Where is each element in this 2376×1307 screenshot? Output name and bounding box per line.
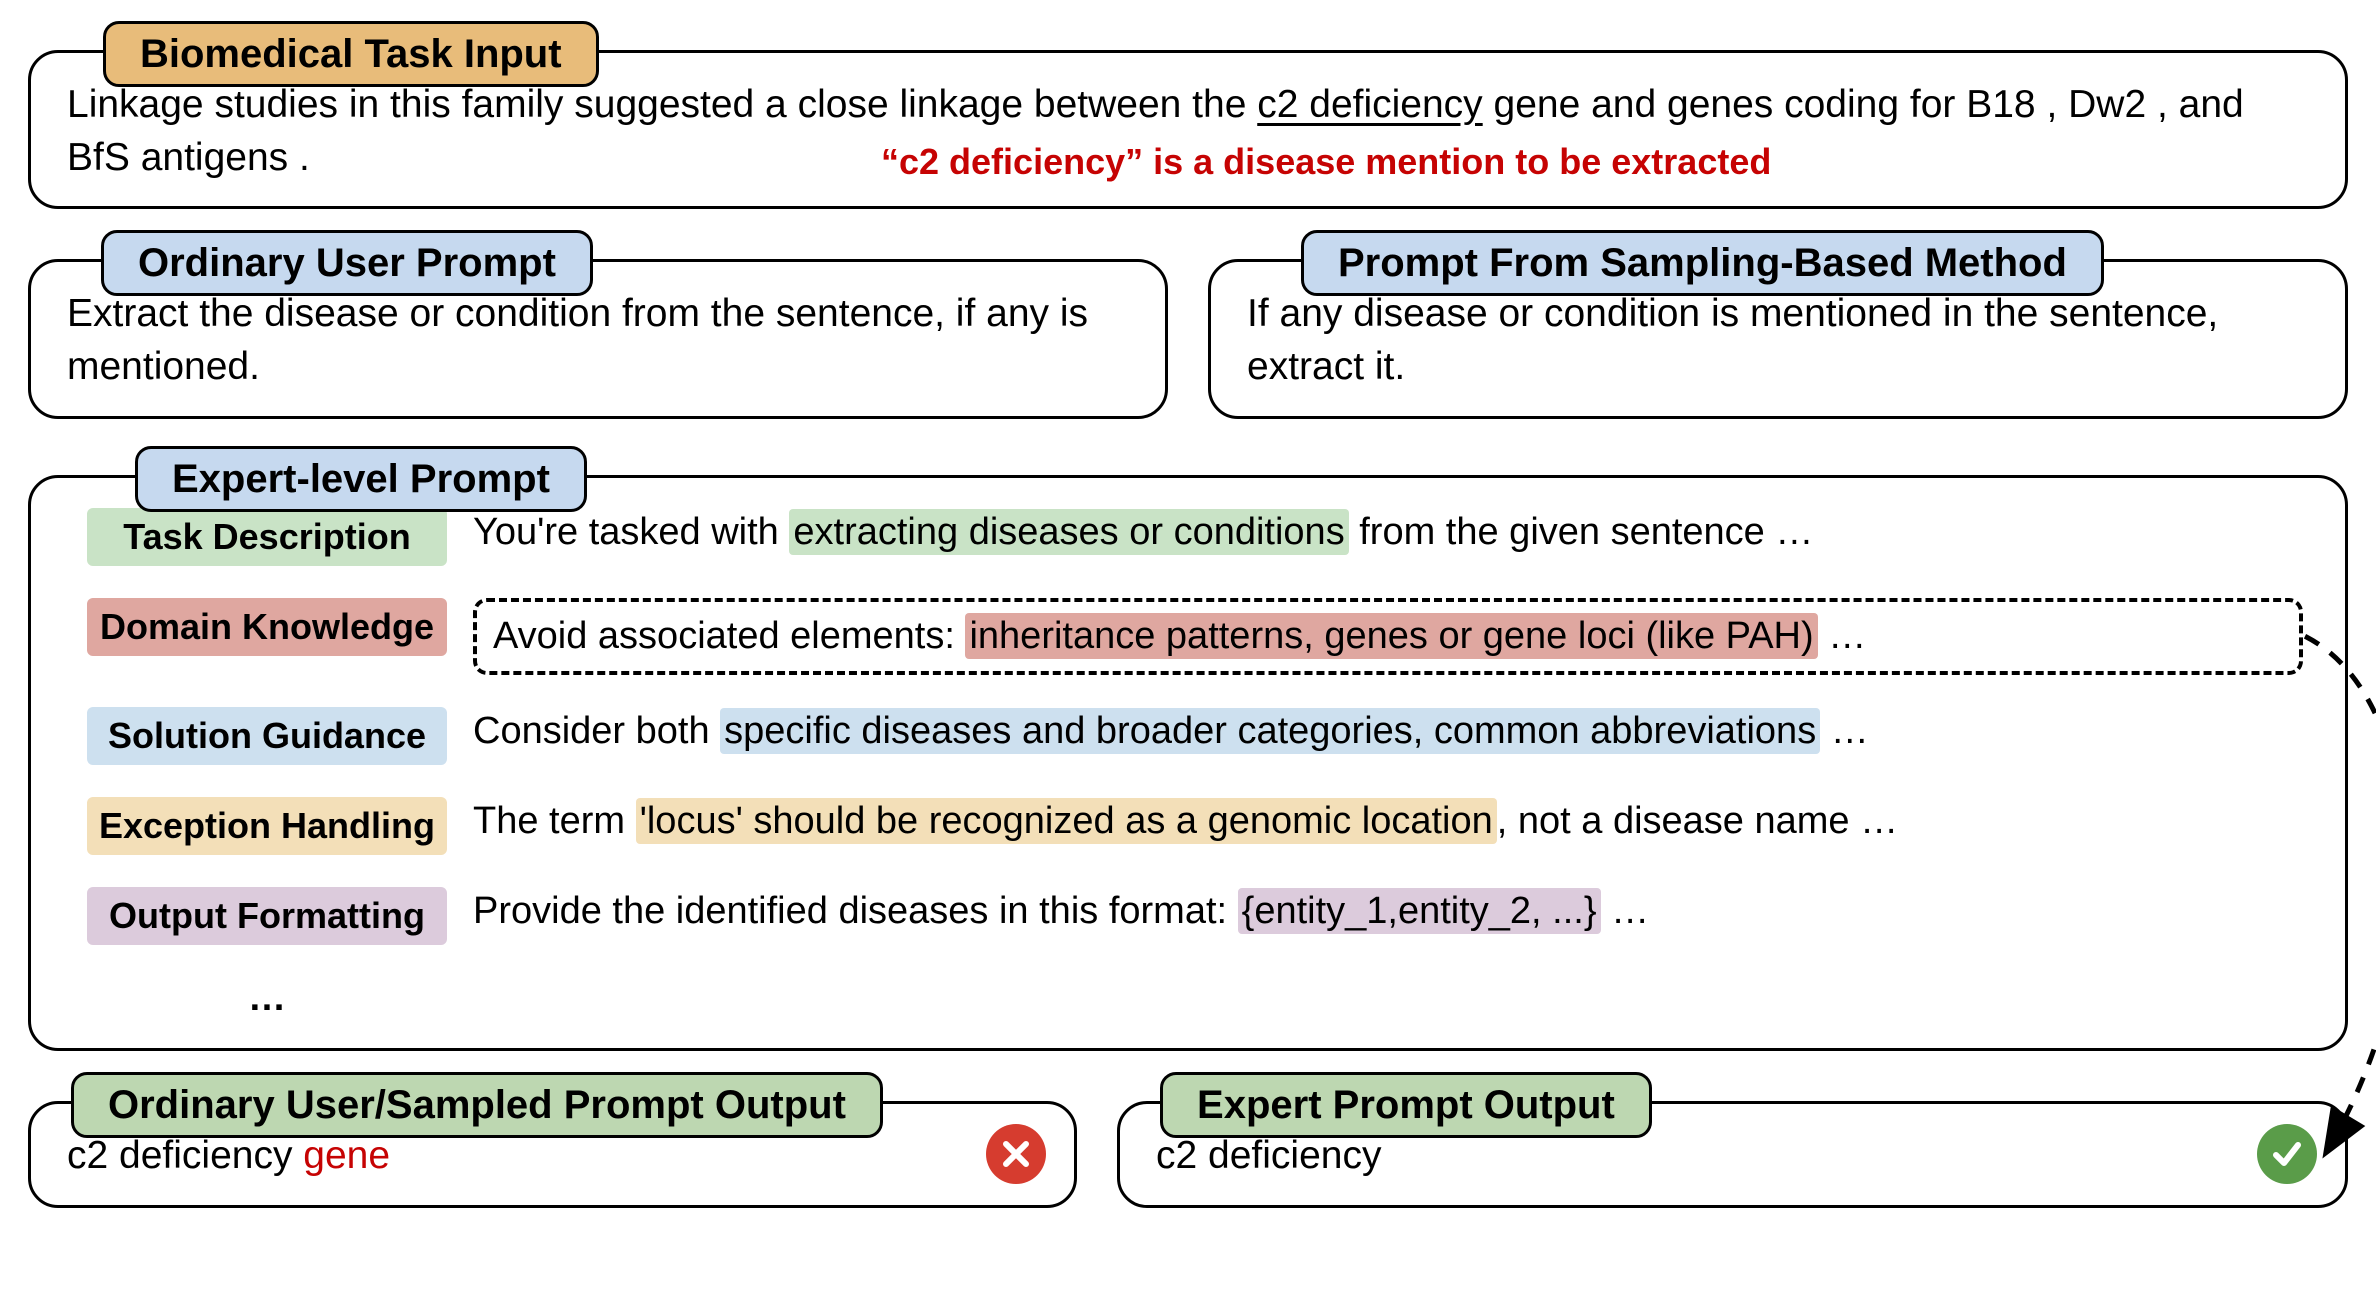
sampled-prompt-panel: Prompt From Sampling-Based Method If any… — [1208, 259, 2348, 418]
desc-domain-knowledge: Avoid associated elements: inheritance p… — [473, 598, 2303, 675]
chip-exception-handling: Exception Handling — [87, 797, 447, 855]
desc-domain-pre: Avoid associated elements: — [493, 615, 965, 657]
input-underlined: c2 deficiency — [1257, 83, 1482, 126]
expert-output-title: Expert Prompt Output — [1197, 1083, 1615, 1127]
desc-task-post: from the given sentence … — [1349, 511, 1814, 553]
desc-output-hl: {entity_1,entity_2, ...} — [1238, 888, 1601, 934]
expert-grid: Task Description You're tasked with extr… — [67, 504, 2309, 1020]
desc-exception-handling: The term 'locus' should be recognized as… — [473, 797, 2303, 846]
ordinary-title-tab: Ordinary User Prompt — [101, 230, 593, 296]
expert-title-tab: Expert-level Prompt — [135, 446, 587, 512]
ordinary-text: Extract the disease or condition from th… — [67, 288, 1129, 393]
input-title: Biomedical Task Input — [140, 32, 562, 76]
expert-prompt-panel: Expert-level Prompt Task Description You… — [28, 475, 2348, 1051]
desc-output-post: … — [1601, 890, 1650, 932]
desc-task-hl: extracting diseases or conditions — [789, 509, 1348, 555]
chip-task-description: Task Description — [87, 508, 447, 566]
prompt-row: Ordinary User Prompt Extract the disease… — [28, 259, 2348, 418]
input-annotation-note: “c2 deficiency” is a disease mention to … — [881, 141, 1771, 183]
desc-output-pre: Provide the identified diseases in this … — [473, 890, 1238, 932]
desc-task-pre: You're tasked with — [473, 511, 789, 553]
ordinary-output-red: gene — [303, 1134, 390, 1177]
sampled-title-tab: Prompt From Sampling-Based Method — [1301, 230, 2104, 296]
desc-output-formatting: Provide the identified diseases in this … — [473, 887, 2303, 936]
expert-title: Expert-level Prompt — [172, 457, 550, 501]
ordinary-output-pre: c2 deficiency — [67, 1134, 303, 1177]
desc-exception-hl: 'locus' should be recognized as a genomi… — [636, 798, 1497, 844]
input-panel: Biomedical Task Input Linkage studies in… — [28, 50, 2348, 209]
cross-icon — [986, 1124, 1046, 1184]
sampled-text: If any disease or condition is mentioned… — [1247, 288, 2309, 393]
ordinary-title: Ordinary User Prompt — [138, 241, 556, 285]
desc-exception-post: , not a disease name … — [1497, 800, 1898, 842]
outputs-row: Ordinary User/Sampled Prompt Output c2 d… — [28, 1101, 2348, 1208]
chip-domain-knowledge: Domain Knowledge — [87, 598, 447, 656]
desc-task-description: You're tasked with extracting diseases o… — [473, 508, 2303, 557]
chip-output-formatting: Output Formatting — [87, 887, 447, 945]
desc-exception-pre: The term — [473, 800, 636, 842]
sampled-title: Prompt From Sampling-Based Method — [1338, 241, 2067, 285]
check-icon — [2257, 1124, 2317, 1184]
expert-ellipsis: … — [87, 977, 447, 1020]
ordinary-prompt-panel: Ordinary User Prompt Extract the disease… — [28, 259, 1168, 418]
desc-solution-pre: Consider both — [473, 710, 720, 752]
chip-solution-guidance: Solution Guidance — [87, 707, 447, 765]
ordinary-output-title-tab: Ordinary User/Sampled Prompt Output — [71, 1072, 883, 1138]
ordinary-output-panel: Ordinary User/Sampled Prompt Output c2 d… — [28, 1101, 1077, 1208]
input-text-pre: Linkage studies in this family suggested… — [67, 83, 1257, 126]
desc-solution-post: … — [1820, 710, 1869, 752]
desc-solution-guidance: Consider both specific diseases and broa… — [473, 707, 2303, 756]
input-title-tab: Biomedical Task Input — [103, 21, 599, 87]
ordinary-output-title: Ordinary User/Sampled Prompt Output — [108, 1083, 846, 1127]
desc-solution-hl: specific diseases and broader categories… — [720, 708, 1820, 754]
expert-output-panel: Expert Prompt Output c2 deficiency — [1117, 1101, 2348, 1208]
desc-domain-hl: inheritance patterns, genes or gene loci… — [965, 613, 1817, 659]
desc-domain-post: … — [1818, 615, 1867, 657]
expert-output-title-tab: Expert Prompt Output — [1160, 1072, 1652, 1138]
